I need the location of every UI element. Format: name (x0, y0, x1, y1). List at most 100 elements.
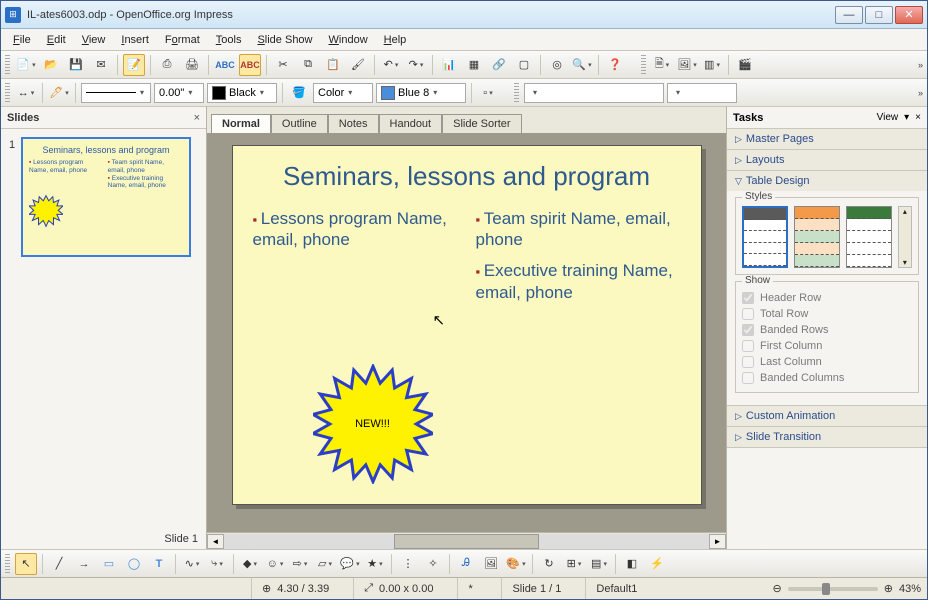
cut-button[interactable]: ✂ (272, 54, 294, 76)
copy-button[interactable]: ⧉ (297, 54, 319, 76)
toolbar-overflow-icon-2[interactable]: » (918, 88, 923, 98)
maximize-button[interactable]: □ (865, 6, 893, 24)
check-banded-rows[interactable]: Banded Rows (742, 322, 912, 338)
rotate-tool[interactable]: ↻ (538, 553, 560, 575)
area-button[interactable]: 🪣 (288, 82, 310, 104)
menu-help[interactable]: Help (376, 32, 415, 48)
autospell-button[interactable]: ABC (239, 54, 261, 76)
menu-tools[interactable]: Tools (208, 32, 250, 48)
slide-title[interactable]: Seminars, lessons and program (253, 162, 681, 192)
scroll-thumb[interactable] (394, 534, 540, 549)
flowcharts-tool[interactable]: ▱ (314, 553, 336, 575)
bullet-item[interactable]: Team spirit Name, email, phone (476, 208, 681, 251)
interaction-tool[interactable]: ⚡ (646, 553, 668, 575)
line-pattern-select[interactable] (81, 83, 151, 103)
fill-type-select[interactable]: Color (313, 83, 373, 103)
rectangle-tool[interactable]: ▭ (98, 553, 120, 575)
check-last-column[interactable]: Last Column (742, 354, 912, 370)
menu-file[interactable]: File (5, 32, 39, 48)
glue-points-tool[interactable]: ✧ (422, 553, 444, 575)
callouts-tool[interactable]: 💬 (339, 553, 361, 575)
presentation-button[interactable]: 🎬 (734, 54, 756, 76)
zoom-value[interactable]: 43% (899, 583, 921, 595)
from-file-button[interactable]: 🖼 (480, 553, 502, 575)
slide[interactable]: Seminars, lessons and program Lessons pr… (232, 145, 702, 505)
table-style-swatch[interactable] (794, 206, 840, 268)
save-button[interactable]: 💾 (65, 54, 87, 76)
slide-insert-button[interactable]: 🗎 (651, 54, 673, 76)
gallery-button[interactable]: 🎨 (505, 553, 527, 575)
arrow-style-button[interactable]: ↔ (15, 82, 37, 104)
menu-insert[interactable]: Insert (113, 32, 157, 48)
toolbar-overflow-icon[interactable]: » (918, 60, 923, 70)
align-tool[interactable]: ⊞ (563, 553, 585, 575)
redo-button[interactable]: ↷ (405, 54, 427, 76)
menu-view[interactable]: View (74, 32, 114, 48)
horizontal-scrollbar[interactable]: ◄ ► (207, 532, 726, 549)
table-button[interactable]: ▦ (463, 54, 485, 76)
scroll-right-button[interactable]: ► (709, 534, 726, 549)
table-style-swatch[interactable] (742, 206, 788, 268)
text-tool[interactable]: T (148, 553, 170, 575)
table-style-swatch[interactable] (846, 206, 892, 268)
tab-normal[interactable]: Normal (211, 114, 271, 134)
export-pdf-button[interactable]: ⎙ (156, 54, 178, 76)
extrusion-tool[interactable]: ◧ (621, 553, 643, 575)
zoom-in-button[interactable]: ⊕ (884, 582, 893, 595)
email-button[interactable]: ✉ (90, 54, 112, 76)
select-tool[interactable]: ↖ (15, 553, 37, 575)
slide-layout-button[interactable]: ▥ (701, 54, 723, 76)
stars-tool[interactable]: ★ (364, 553, 386, 575)
navigator-button[interactable]: ◎ (546, 54, 568, 76)
arrow-tool[interactable]: → (73, 553, 95, 575)
symbol-shapes-tool[interactable]: ☺ (264, 553, 286, 575)
fontwork-tool[interactable]: Ꭿ (455, 553, 477, 575)
close-button[interactable]: ✕ (895, 6, 923, 24)
shadow-button[interactable]: ▫ (477, 82, 499, 104)
basic-shapes-tool[interactable]: ◆ (239, 553, 261, 575)
edit-file-button[interactable]: 📝 (123, 54, 145, 76)
undo-button[interactable]: ↶ (380, 54, 402, 76)
connector-tool[interactable]: ⤷ (206, 553, 228, 575)
status-master[interactable]: Default1 (585, 578, 647, 599)
styles-scrollbar[interactable]: ▴▾ (898, 206, 912, 268)
ellipse-tool[interactable]: ◯ (123, 553, 145, 575)
menu-format[interactable]: Format (157, 32, 208, 48)
styles-select[interactable] (524, 83, 664, 103)
spellcheck-button[interactable]: ABC (214, 54, 236, 76)
tab-slide-sorter[interactable]: Slide Sorter (442, 114, 521, 134)
section-custom-animation[interactable]: ▷Custom Animation (727, 406, 927, 426)
format-paintbrush-button[interactable]: 🖌 (347, 54, 369, 76)
zoom-slider[interactable] (788, 587, 878, 591)
line-tool[interactable]: ╱ (48, 553, 70, 575)
check-first-column[interactable]: First Column (742, 338, 912, 354)
arrange-tool[interactable]: ▤ (588, 553, 610, 575)
slide-design-button[interactable]: 🖼 (676, 54, 698, 76)
scroll-left-button[interactable]: ◄ (207, 534, 224, 549)
tasks-view-menu[interactable]: View (877, 112, 899, 123)
line-width-field[interactable]: 0.00" (154, 83, 204, 103)
tab-notes[interactable]: Notes (328, 114, 379, 134)
check-banded-columns[interactable]: Banded Columns (742, 370, 912, 386)
menu-window[interactable]: Window (321, 32, 376, 48)
check-header-row[interactable]: Header Row (742, 290, 912, 306)
chart-button[interactable]: 📊 (438, 54, 460, 76)
star-shape[interactable]: NEW!!! (313, 364, 433, 484)
toolbar-grip-4[interactable] (514, 83, 519, 103)
toolbar-grip-3[interactable] (5, 83, 10, 103)
bullet-item[interactable]: Executive training Name, email, phone (476, 260, 681, 303)
section-master-pages[interactable]: ▷Master Pages (727, 129, 927, 149)
section-layouts[interactable]: ▷Layouts (727, 150, 927, 170)
slideshow-button[interactable]: ▢ (513, 54, 535, 76)
line-style-button[interactable]: 🖊 (48, 82, 70, 104)
toolbar-grip-2[interactable] (641, 55, 646, 75)
help-button[interactable]: ❓ (604, 54, 626, 76)
print-button[interactable]: 🖨 (181, 54, 203, 76)
font-select[interactable] (667, 83, 737, 103)
slide-canvas[interactable]: Seminars, lessons and program Lessons pr… (207, 133, 726, 532)
zoom-out-button[interactable]: ⊖ (773, 582, 782, 595)
toolbar-grip[interactable] (5, 55, 10, 75)
tasks-close-icon[interactable]: × (915, 112, 921, 123)
paste-button[interactable]: 📋 (322, 54, 344, 76)
points-tool[interactable]: ⋮ (397, 553, 419, 575)
